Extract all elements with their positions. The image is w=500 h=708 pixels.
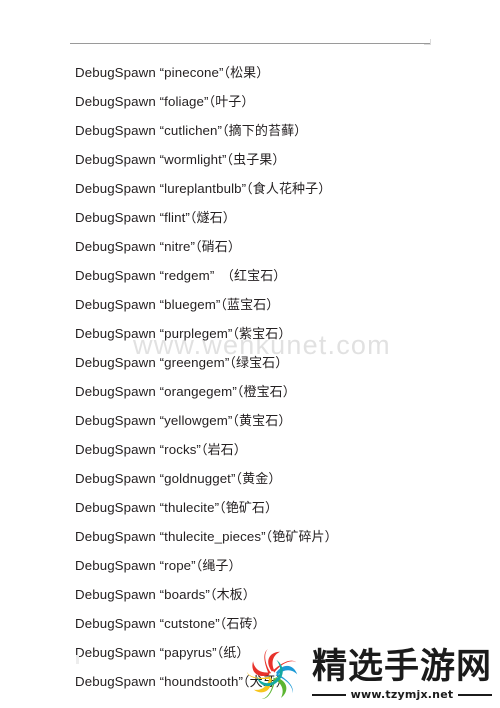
command-translation: （绿宝石） [229,356,289,371]
command-item-code: “nitre” [159,239,196,254]
command-translation: （铯矿石） [219,501,279,516]
command-translation: （摘下的苔藓） [222,124,308,139]
command-line: DebugSpawn “greengem”（绿宝石） [75,348,495,377]
command-keyword: DebugSpawn [75,297,156,312]
command-keyword: DebugSpawn [75,268,156,283]
command-item-code: “lureplantbulb” [159,181,247,196]
command-item-code: “rocks” [159,442,201,457]
command-line: DebugSpawn “foliage”（叶子） [75,87,495,116]
command-item-code: “cutstone” [159,616,220,631]
command-item-code: “wormlight” [159,152,227,167]
command-translation: （红宝石） [227,269,287,284]
command-line: DebugSpawn “cutstone”（石砖） [75,609,495,638]
command-keyword: DebugSpawn [75,181,156,196]
command-translation: （岩石） [200,443,247,458]
command-item-code: “cutlichen” [159,123,223,138]
command-keyword: DebugSpawn [75,239,156,254]
command-translation: （橙宝石） [236,385,296,400]
command-line: DebugSpawn “nitre”（硝石） [75,232,495,261]
command-translation: （石砖） [219,617,266,632]
command-line: DebugSpawn “thulecite”（铯矿石） [75,493,495,522]
command-keyword: DebugSpawn [75,616,156,631]
command-item-code: “flint” [159,210,190,225]
command-line: DebugSpawn “flint”（燧石） [75,203,495,232]
command-line: DebugSpawn “thulecite_pieces”（铯矿碎片） [75,522,495,551]
command-line: DebugSpawn “rocks”（岩石） [75,435,495,464]
command-translation: （松果） [223,66,270,81]
command-item-code: “rope” [159,558,196,573]
scan-artifact [76,655,79,664]
brand-rule-right [458,693,493,696]
command-line: DebugSpawn “pinecone”（松果） [75,58,495,87]
command-item-code: “foliage” [159,94,209,109]
command-translation: （绳子） [195,559,242,574]
command-item-code: “bluegem” [159,297,221,312]
command-keyword: DebugSpawn [75,500,156,515]
command-line: DebugSpawn “goldnugget”（黄金） [75,464,495,493]
command-keyword: DebugSpawn [75,587,156,602]
document-page: www.wenkunet.com DebugSpawn “pinecone”（松… [0,0,500,708]
command-translation: （食人花种子） [246,182,332,197]
command-line: DebugSpawn “lureplantbulb”（食人花种子） [75,174,495,203]
command-keyword: DebugSpawn [75,355,156,370]
command-item-code: “papyrus” [159,645,217,660]
command-translation: （燧石） [189,211,236,226]
brand-name: 精选手游网 [311,646,492,687]
command-keyword: DebugSpawn [75,442,156,457]
command-keyword: DebugSpawn [75,413,156,428]
command-item-code: “pinecone” [159,65,224,80]
command-item-code: “greengem” [159,355,230,370]
command-keyword: DebugSpawn [75,471,156,486]
command-item-code: “purplegem” [159,326,233,341]
command-line: DebugSpawn “purplegem”（紫宝石） [75,319,495,348]
command-item-code: “goldnugget” [159,471,236,486]
command-keyword: DebugSpawn [75,152,156,167]
command-keyword: DebugSpawn [75,384,156,399]
command-keyword: DebugSpawn [75,674,156,689]
command-line: DebugSpawn “rope”（绳子） [75,551,495,580]
command-keyword: DebugSpawn [75,65,156,80]
command-translation: （铯矿碎片） [265,530,338,545]
rule-end-tick-icon [424,39,431,45]
command-item-code: “redgem” [159,268,215,283]
command-line: DebugSpawn “yellowgem”（黄宝石） [75,406,495,435]
command-line: DebugSpawn “wormlight”（虫子果） [75,145,495,174]
command-translation: （叶子） [208,95,255,110]
debugspawn-command-list: DebugSpawn “pinecone”（松果） DebugSpawn “fol… [75,58,495,696]
command-line: DebugSpawn “cutlichen”（摘下的苔藓） [75,116,495,145]
command-translation: （蓝宝石） [220,298,280,313]
command-keyword: DebugSpawn [75,210,156,225]
command-keyword: DebugSpawn [75,645,156,660]
brand-rule-left [311,693,346,696]
command-line: DebugSpawn “bluegem”（蓝宝石） [75,290,495,319]
command-item-code: “orangegem” [159,384,237,399]
command-item-code: “boards” [159,587,210,602]
command-translation: （木板） [209,588,256,603]
command-line: DebugSpawn “redgem” （红宝石） [75,261,495,290]
command-keyword: DebugSpawn [75,558,156,573]
top-divider-rule [70,43,430,44]
brand-url: www.tzymjx.net [350,688,454,702]
brand-text-block: 精选手游网 www.tzymjx.net [311,646,493,702]
command-keyword: DebugSpawn [75,529,156,544]
command-line: DebugSpawn “boards”（木板） [75,580,495,609]
command-item-code: “yellowgem” [159,413,233,428]
command-keyword: DebugSpawn [75,94,156,109]
brand-url-row: www.tzymjx.net [311,688,493,702]
command-translation: （黄宝石） [232,414,292,429]
site-brand-logo: 精选手游网 www.tzymjx.net [242,646,493,704]
command-translation: （黄金） [235,472,282,487]
command-translation: （虫子果） [226,153,286,168]
command-keyword: DebugSpawn [75,326,156,341]
command-keyword: DebugSpawn [75,123,156,138]
command-item-code: “thulecite_pieces” [159,529,266,544]
pinwheel-logo-icon [246,648,298,699]
command-item-code: “houndstooth” [159,674,243,689]
command-translation: （紫宝石） [232,327,292,342]
command-item-code: “thulecite” [159,500,220,515]
command-line: DebugSpawn “orangegem”（橙宝石） [75,377,495,406]
command-translation: （硝石） [195,240,241,255]
